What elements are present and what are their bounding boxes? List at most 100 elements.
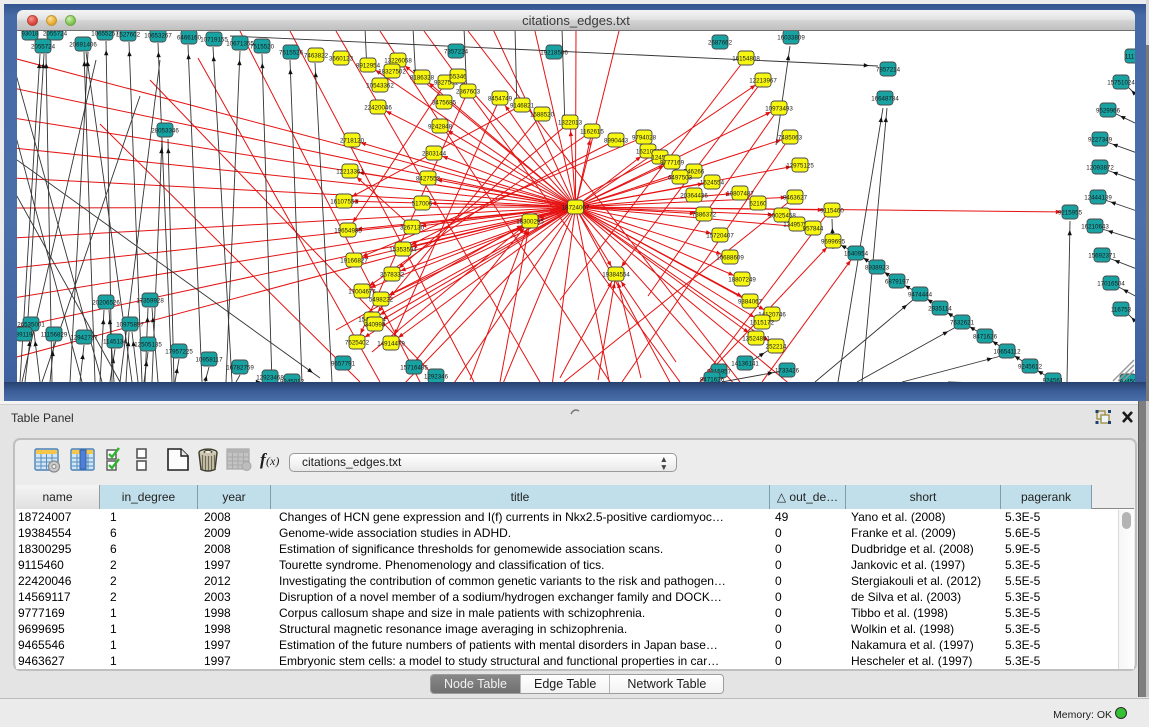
- svg-text:9245612: 9245612: [1018, 364, 1043, 371]
- svg-text:16648784: 16648784: [871, 96, 899, 103]
- svg-text:9242848: 9242848: [428, 124, 453, 131]
- svg-text:7857214: 7857214: [876, 67, 901, 74]
- svg-text:16782759: 16782759: [226, 365, 254, 372]
- svg-text:7386372: 7386372: [692, 212, 717, 219]
- svg-text:62160: 62160: [749, 201, 767, 208]
- svg-text:8912954: 8912954: [356, 63, 381, 70]
- svg-text:6497503: 6497503: [668, 175, 693, 182]
- svg-text:18327502: 18327502: [378, 69, 406, 76]
- svg-text:7357224: 7357224: [444, 49, 469, 56]
- svg-text:10654112: 10654112: [993, 349, 1021, 356]
- svg-text:13524851: 13524851: [742, 336, 770, 343]
- svg-text:(x): (x): [266, 454, 279, 468]
- svg-text:28053346: 28053346: [151, 128, 179, 135]
- svg-text:17016504: 17016504: [1097, 281, 1125, 288]
- svg-text:3475685: 3475685: [432, 100, 457, 107]
- svg-text:18807249: 18807249: [728, 277, 756, 284]
- svg-text:1162615: 1162615: [580, 129, 604, 136]
- svg-text:15720407: 15720407: [706, 233, 734, 240]
- svg-text:55346: 55346: [449, 74, 467, 81]
- svg-text:11156829: 11156829: [41, 332, 68, 339]
- svg-text:16154808: 16154808: [732, 56, 760, 63]
- svg-text:8471626: 8471626: [973, 334, 998, 341]
- svg-text:252214: 252214: [766, 344, 787, 351]
- svg-text:6466160: 6466160: [177, 35, 202, 42]
- svg-text:7625402: 7625402: [345, 340, 370, 347]
- svg-text:8990443: 8990443: [604, 138, 629, 145]
- svg-text:10688609: 10688609: [716, 255, 744, 262]
- svg-text:9699695: 9699695: [821, 239, 846, 246]
- svg-text:3660123: 3660123: [329, 56, 354, 63]
- svg-text:19166827: 19166827: [340, 258, 368, 265]
- svg-text:5498222: 5498222: [369, 297, 394, 304]
- svg-text:18300295: 18300295: [516, 219, 544, 226]
- svg-text:14914479: 14914479: [377, 341, 405, 348]
- svg-text:8427552: 8427552: [416, 176, 441, 183]
- svg-text:15692371: 15692371: [1088, 253, 1116, 260]
- svg-text:8938923: 8938923: [865, 265, 890, 272]
- svg-text:10807487: 10807487: [726, 191, 754, 198]
- svg-text:9463627: 9463627: [783, 195, 808, 202]
- svg-text:1145134: 1145134: [103, 339, 127, 346]
- svg-text:12942737: 12942737: [70, 335, 98, 342]
- svg-text:3267130: 3267130: [400, 225, 425, 232]
- svg-text:20691406: 20691406: [69, 42, 97, 49]
- svg-text:10958117: 10958117: [195, 357, 223, 364]
- svg-text:116753: 116753: [1111, 307, 1132, 314]
- svg-text:12213361: 12213361: [336, 169, 364, 176]
- svg-text:17957225: 17957225: [165, 349, 193, 356]
- svg-text:12505135: 12505135: [134, 342, 162, 349]
- svg-text:2055724: 2055724: [31, 44, 56, 51]
- svg-text:10973493: 10973493: [765, 106, 793, 113]
- svg-text:9245012: 9245012: [280, 379, 305, 382]
- svg-text:340998: 340998: [365, 322, 386, 329]
- svg-text:10719155: 10719155: [200, 37, 228, 44]
- svg-text:19218506: 19218506: [540, 50, 568, 57]
- svg-text:10975857: 10975857: [116, 322, 144, 329]
- svg-text:9657791: 9657791: [331, 361, 356, 368]
- svg-text:14136141: 14136141: [731, 361, 759, 368]
- svg-text:7515520: 7515520: [250, 44, 275, 51]
- svg-text:11175: 11175: [1125, 54, 1135, 61]
- svg-text:7632621: 7632621: [950, 320, 975, 327]
- svg-text:17004676: 17004676: [348, 289, 376, 296]
- svg-text:10653267: 10653267: [144, 33, 172, 40]
- svg-text:9384067: 9384067: [738, 299, 763, 306]
- svg-text:9115460: 9115460: [820, 208, 844, 215]
- svg-text:9146821: 9146821: [510, 103, 535, 110]
- svg-text:2935114: 2935114: [928, 306, 952, 313]
- svg-text:19384554: 19384554: [602, 272, 630, 279]
- svg-text:1733426: 1733426: [775, 368, 800, 375]
- svg-text:6879197: 6879197: [885, 279, 910, 286]
- svg-text:12975125: 12975125: [786, 163, 814, 170]
- svg-text:15353594: 15353594: [389, 247, 417, 254]
- svg-text:9777169: 9777169: [660, 160, 685, 167]
- svg-text:2055724: 2055724: [43, 31, 68, 38]
- svg-text:9474444: 9474444: [908, 292, 933, 299]
- svg-text:20364436: 20364436: [680, 193, 708, 200]
- svg-text:92450: 92450: [1119, 379, 1135, 382]
- svg-text:12093872: 12093872: [1086, 165, 1114, 172]
- svg-text:17359928: 17359928: [136, 298, 164, 305]
- svg-text:2687662: 2687662: [708, 40, 733, 47]
- svg-text:924561: 924561: [1043, 378, 1064, 382]
- svg-text:8186328: 8186328: [410, 75, 435, 82]
- svg-text:7615526: 7615526: [279, 50, 304, 57]
- svg-text:7463822: 7463822: [304, 53, 329, 60]
- svg-text:1615172: 1615172: [750, 320, 775, 327]
- svg-text:9215955: 9215955: [1058, 210, 1083, 217]
- svg-text:16107553: 16107553: [330, 199, 358, 206]
- svg-text:9529966: 9529966: [1096, 108, 1121, 115]
- svg-text:1527602: 1527602: [116, 32, 141, 39]
- svg-text:16210643: 16210643: [1081, 224, 1109, 231]
- svg-text:1322013: 1322013: [558, 120, 583, 127]
- svg-text:1640954: 1640954: [844, 251, 869, 258]
- svg-text:12213967: 12213967: [749, 78, 777, 85]
- svg-text:517006: 517006: [412, 201, 433, 208]
- svg-text:2718120: 2718120: [340, 138, 365, 145]
- svg-text:20206526: 20206526: [92, 300, 120, 307]
- svg-text:16033809: 16033809: [777, 35, 805, 42]
- svg-text:19654985: 19654985: [334, 228, 362, 235]
- svg-text:9227349: 9227349: [1088, 137, 1113, 144]
- svg-text:957844: 957844: [803, 226, 824, 233]
